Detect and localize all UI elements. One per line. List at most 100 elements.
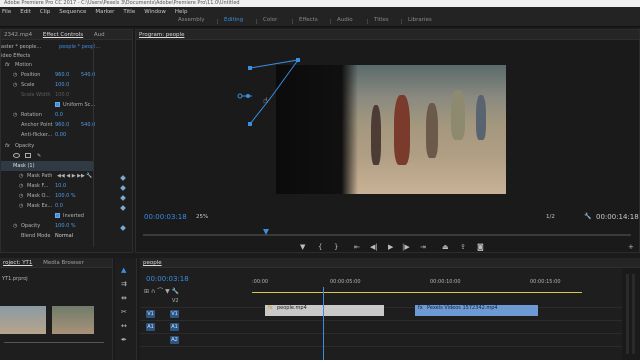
mask-feather-row: ◷ Mask F... 10.0 — [1, 181, 127, 191]
anchor-point-label: Anchor Point — [21, 122, 53, 128]
clip-people[interactable]: fx people.mp4 — [265, 305, 384, 316]
extract-icon[interactable]: ⇪ — [460, 243, 466, 251]
go-to-in-icon[interactable]: ⇤ — [354, 243, 360, 251]
opacity-value[interactable]: 100.0 % — [55, 221, 76, 231]
timeline-header: people — [140, 258, 640, 268]
mask-vertex-handle[interactable] — [248, 66, 252, 70]
workspace-tab-assembly[interactable]: Assembly — [178, 17, 205, 23]
source-tab[interactable]: 2342.mp4 — [4, 32, 32, 38]
rotation-value[interactable]: 0.0 — [55, 110, 63, 120]
menu-item-file[interactable]: File — [2, 9, 11, 15]
effect-controls-tab[interactable]: Effect Controls — [43, 32, 83, 38]
track-target-v1[interactable]: V1 — [170, 310, 179, 318]
anti-flicker-label: Anti-flicker... — [21, 132, 53, 138]
track-target-a1[interactable]: A1 — [170, 323, 179, 331]
mask-path-label: Mask Path — [27, 173, 53, 179]
export-frame-icon[interactable]: ◙ — [477, 243, 484, 251]
mask-row[interactable]: Mask (1) — [1, 161, 93, 171]
mark-in-icon[interactable]: { — [318, 243, 322, 251]
timeline-tool-icons[interactable]: ⊞ ∩ ⌒ ▼ 🔧 — [144, 286, 179, 295]
selection-tool-icon[interactable]: ▲ — [121, 266, 126, 274]
go-to-out-icon[interactable]: ⇥ — [420, 243, 426, 251]
mask-opacity-value[interactable]: 100.0 % — [55, 191, 76, 201]
step-forward-icon[interactable]: |▶ — [402, 243, 410, 251]
timeline-timecode[interactable]: 00:00:03:18 — [146, 275, 189, 283]
workspace-tab-audio[interactable]: Audio — [337, 17, 353, 23]
menu-item-title[interactable]: Title — [123, 9, 135, 15]
pen-tool-icon[interactable]: ✒ — [121, 336, 127, 344]
position-x[interactable]: 960.0 — [55, 70, 69, 80]
ellipse-mask-icon[interactable] — [13, 153, 20, 158]
menu-item-marker[interactable]: Marker — [95, 9, 114, 15]
anchor-x[interactable]: 960.0 — [55, 120, 69, 130]
motion-label: Motion — [15, 62, 32, 68]
stopwatch-icon[interactable]: ◷ — [13, 221, 17, 231]
menu-item-clip[interactable]: Clip — [40, 9, 50, 15]
scale-row: ◷ Scale 100.0 — [1, 80, 127, 90]
track-select-icon[interactable]: ⇉ — [121, 280, 127, 288]
mask-feather-value[interactable]: 10.0 — [55, 181, 66, 191]
razor-tool-icon[interactable]: ✂ — [121, 308, 127, 316]
program-timecode[interactable]: 00:00:03:18 — [144, 213, 187, 221]
workspace-tab-titles[interactable]: Titles — [374, 17, 389, 23]
source-patch-v1[interactable]: V1 — [146, 310, 155, 318]
play-icon[interactable]: ▶ — [388, 243, 393, 251]
motion-row[interactable]: fx Motion — [1, 60, 127, 70]
menu-item-sequence[interactable]: Sequence — [59, 9, 86, 15]
resolution-select[interactable]: 1/2 — [546, 214, 555, 220]
add-marker-icon[interactable]: ▼ — [300, 243, 305, 251]
workspace-tab-color[interactable]: Color — [263, 17, 277, 23]
track-target-a2[interactable]: A2 — [170, 336, 179, 344]
project-tab[interactable]: roject: YT1 — [3, 260, 32, 266]
media-thumbnail[interactable] — [0, 306, 46, 334]
anti-flicker-value[interactable]: 0.00 — [55, 130, 66, 140]
clip-pexels-video[interactable]: fx Pexels Videos 1572342.mp4 — [415, 305, 538, 316]
scale-value[interactable]: 100.0 — [55, 80, 69, 90]
blend-mode-select[interactable]: Normal — [55, 231, 73, 241]
duration-timecode: 00:00:14:18 — [596, 213, 639, 221]
add-button-icon[interactable]: + — [628, 243, 634, 251]
audio-tab[interactable]: Aud — [94, 32, 105, 38]
menu-item-edit[interactable]: Edit — [20, 9, 31, 15]
stopwatch-icon[interactable]: ◷ — [19, 191, 23, 201]
settings-wrench-icon[interactable]: 🔧 — [584, 213, 591, 220]
mask-expansion-value[interactable]: 0.0 — [55, 201, 63, 211]
inverted-checkbox[interactable] — [55, 213, 60, 218]
position-label: Position — [21, 72, 41, 78]
workspace-tab-editing[interactable]: Editing — [224, 17, 243, 23]
ripple-edit-icon[interactable]: ⇹ — [121, 294, 127, 302]
program-tab[interactable]: Program: people — [139, 32, 184, 38]
track-label: V2 — [172, 298, 179, 304]
slip-tool-icon[interactable]: ↔ — [121, 322, 127, 330]
workspace-tab-effects[interactable]: Effects — [299, 17, 318, 23]
stopwatch-icon[interactable]: ◷ — [13, 110, 17, 120]
thumbnail-zoom-slider[interactable] — [4, 342, 104, 343]
stopwatch-icon[interactable]: ◷ — [19, 181, 23, 191]
work-area-bar[interactable] — [252, 292, 582, 293]
sequence-tab[interactable]: people — [143, 260, 162, 266]
program-scrub-bar[interactable] — [143, 234, 631, 236]
lift-icon[interactable]: ⏏ — [442, 243, 449, 251]
step-back-icon[interactable]: ◀| — [370, 243, 378, 251]
stopwatch-icon[interactable]: ◷ — [13, 80, 17, 90]
workspace-tab-libraries[interactable]: Libraries — [408, 17, 432, 23]
mark-out-icon[interactable]: } — [334, 243, 338, 251]
opacity-section-row[interactable]: fx Opacity — [1, 141, 127, 151]
stopwatch-icon[interactable]: ◷ — [19, 201, 23, 211]
zoom-select[interactable]: 25% — [196, 214, 208, 220]
rectangle-mask-icon[interactable] — [25, 153, 31, 158]
stopwatch-icon[interactable]: ◷ — [19, 171, 23, 181]
uniform-scale-checkbox[interactable] — [55, 102, 60, 107]
mask-path-overlay[interactable] — [230, 52, 310, 132]
track-mask-controls[interactable]: ◀◀ ◀ ▶ ▶▶ 🔧 — [57, 171, 93, 181]
mask-vertex-handle[interactable] — [296, 58, 300, 62]
stopwatch-icon[interactable]: ◷ — [13, 70, 17, 80]
media-browser-tab[interactable]: Media Browser — [43, 260, 84, 266]
media-thumbnail[interactable] — [52, 306, 94, 334]
menu-item-help[interactable]: Help — [175, 9, 188, 15]
menu-item-window[interactable]: Window — [144, 9, 166, 15]
timeline-playhead[interactable] — [323, 287, 324, 360]
pen-mask-icon[interactable]: ✎ — [37, 151, 41, 161]
source-patch-a1[interactable]: A1 — [146, 323, 155, 331]
mask-vertex-handle[interactable] — [248, 122, 252, 126]
